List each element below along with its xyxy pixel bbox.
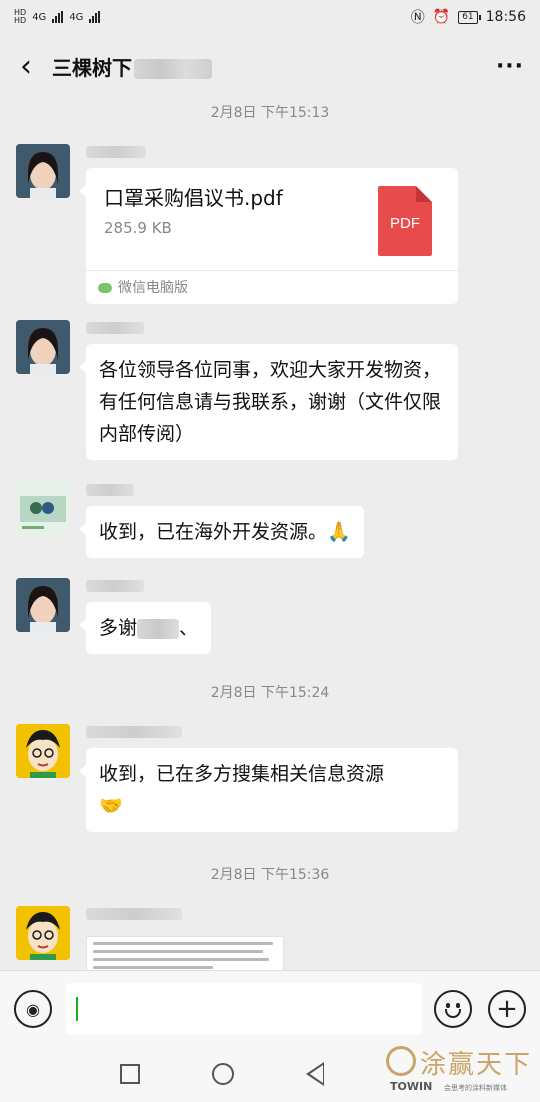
avatar[interactable]: [16, 578, 70, 632]
message-file: 口罩采购倡议书.pdf 285.9 KB PDF 微信电脑版: [16, 144, 516, 304]
image-text-line: [93, 966, 213, 969]
message-bubble[interactable]: 收到，已在海外开发资源。🙏: [79, 506, 364, 558]
recents-icon[interactable]: [120, 1064, 140, 1084]
avatar[interactable]: [16, 144, 70, 198]
battery-level: 61: [462, 11, 474, 22]
message-text-suffix: 、: [179, 617, 199, 639]
message-text: 各位领导各位同事，欢迎大家开发物资，有任何信息请与我联系，谢谢（文件仅限内部传阅…: [16, 320, 516, 470]
sender-name: [86, 726, 182, 738]
timestamp: 2月8日 下午15:24: [210, 685, 330, 701]
timestamp: 2月8日 下午15:13: [210, 105, 330, 121]
file-size: 285.9 KB: [104, 219, 172, 237]
message-bubble[interactable]: 各位领导各位同事，欢迎大家开发物资，有任何信息请与我联系，谢谢（文件仅限内部传阅…: [79, 344, 458, 460]
watermark-cn: 涂赢天下: [420, 1050, 533, 1080]
watermark-logo-icon: [386, 1046, 416, 1076]
pray-emoji-icon: 🙏: [327, 521, 351, 543]
back-triangle-icon[interactable]: [306, 1062, 324, 1086]
pdf-badge: PDF: [390, 215, 420, 232]
file-name: 口罩采购倡议书.pdf: [104, 186, 283, 210]
message-text: 多谢 、: [16, 578, 516, 660]
file-source-label: 微信电脑版: [118, 279, 188, 296]
hd-indicator: HD HD: [14, 8, 27, 25]
chat-title-text: 三棵树下: [52, 55, 132, 80]
image-thumbnail[interactable]: [86, 936, 284, 970]
network-1: 4G: [32, 11, 47, 23]
wechat-icon: [98, 282, 112, 293]
avatar[interactable]: [16, 724, 70, 778]
chevron-left-icon[interactable]: ‹: [0, 34, 52, 98]
sender-name: [86, 322, 144, 334]
alarm-icon: ⏰: [432, 9, 451, 25]
chat-header: ‹ 三棵树下 ···: [0, 34, 540, 98]
message-bubble[interactable]: 收到，已在多方搜集相关信息资源 🤝: [79, 748, 458, 832]
watermark-en: TOWIN: [390, 1080, 433, 1093]
message-text: 收到，已在海外开发资源。🙏: [16, 482, 516, 568]
image-text-line: [93, 942, 273, 945]
avatar[interactable]: [16, 482, 70, 536]
status-left: HD HD 4G 4G: [14, 8, 101, 25]
message-text: 收到，已在多方搜集相关信息资源 🤝: [16, 724, 516, 844]
image-text-line: [93, 958, 269, 961]
signal-icon-2: [89, 11, 101, 23]
home-icon[interactable]: [212, 1063, 234, 1085]
status-right: Ⓝ ⏰ 61 18:56: [411, 7, 526, 27]
sender-name: [86, 146, 146, 158]
sender-name: [86, 908, 182, 920]
chat-title: 三棵树下: [52, 52, 212, 81]
message-text-content: 收到，已在多方搜集相关信息资源: [99, 763, 385, 785]
text-caret: [76, 997, 78, 1021]
blurred-name: [137, 618, 180, 639]
image-text-line: [93, 950, 263, 953]
input-bar: ◉ +: [0, 970, 540, 1046]
signal-icon: [52, 11, 64, 23]
watermark: 涂赢天下 TOWIN 会思考的涂料新媒体: [384, 1040, 540, 1102]
chat-area[interactable]: 2月8日 下午15:13 口罩采购倡议书.pdf 285.9 KB PDF 微信…: [0, 98, 540, 970]
message-bubble[interactable]: 多谢 、: [78, 602, 212, 654]
timestamp: 2月8日 下午15:36: [210, 867, 330, 883]
status-bar: HD HD 4G 4G Ⓝ ⏰ 61 18:56: [0, 0, 540, 34]
voice-icon[interactable]: ◉: [14, 990, 52, 1028]
emoji-icon[interactable]: [434, 990, 472, 1028]
message-input[interactable]: [66, 983, 422, 1035]
file-card[interactable]: 口罩采购倡议书.pdf 285.9 KB PDF 微信电脑版: [79, 168, 458, 304]
sender-name: [86, 484, 134, 496]
clock: 18:56: [485, 9, 526, 25]
message-text-content: 收到，已在海外开发资源。: [99, 521, 328, 543]
avatar[interactable]: [16, 906, 70, 960]
watermark-slogan: 会思考的涂料新媒体: [444, 1084, 507, 1092]
nfc-icon: Ⓝ: [410, 10, 425, 26]
plus-icon[interactable]: +: [488, 990, 526, 1028]
file-source: 微信电脑版: [86, 270, 458, 304]
avatar[interactable]: [16, 320, 70, 374]
message-text-content: 多谢: [99, 617, 138, 639]
handshake-emoji-icon: 🤝: [99, 795, 123, 817]
blurred-name: [134, 59, 212, 79]
pdf-icon: PDF: [378, 186, 432, 256]
more-dots-icon[interactable]: ···: [480, 54, 540, 79]
message-image: [16, 906, 516, 970]
sender-name: [86, 580, 144, 592]
network-2: 4G: [69, 11, 84, 23]
battery-icon: 61: [458, 10, 482, 24]
